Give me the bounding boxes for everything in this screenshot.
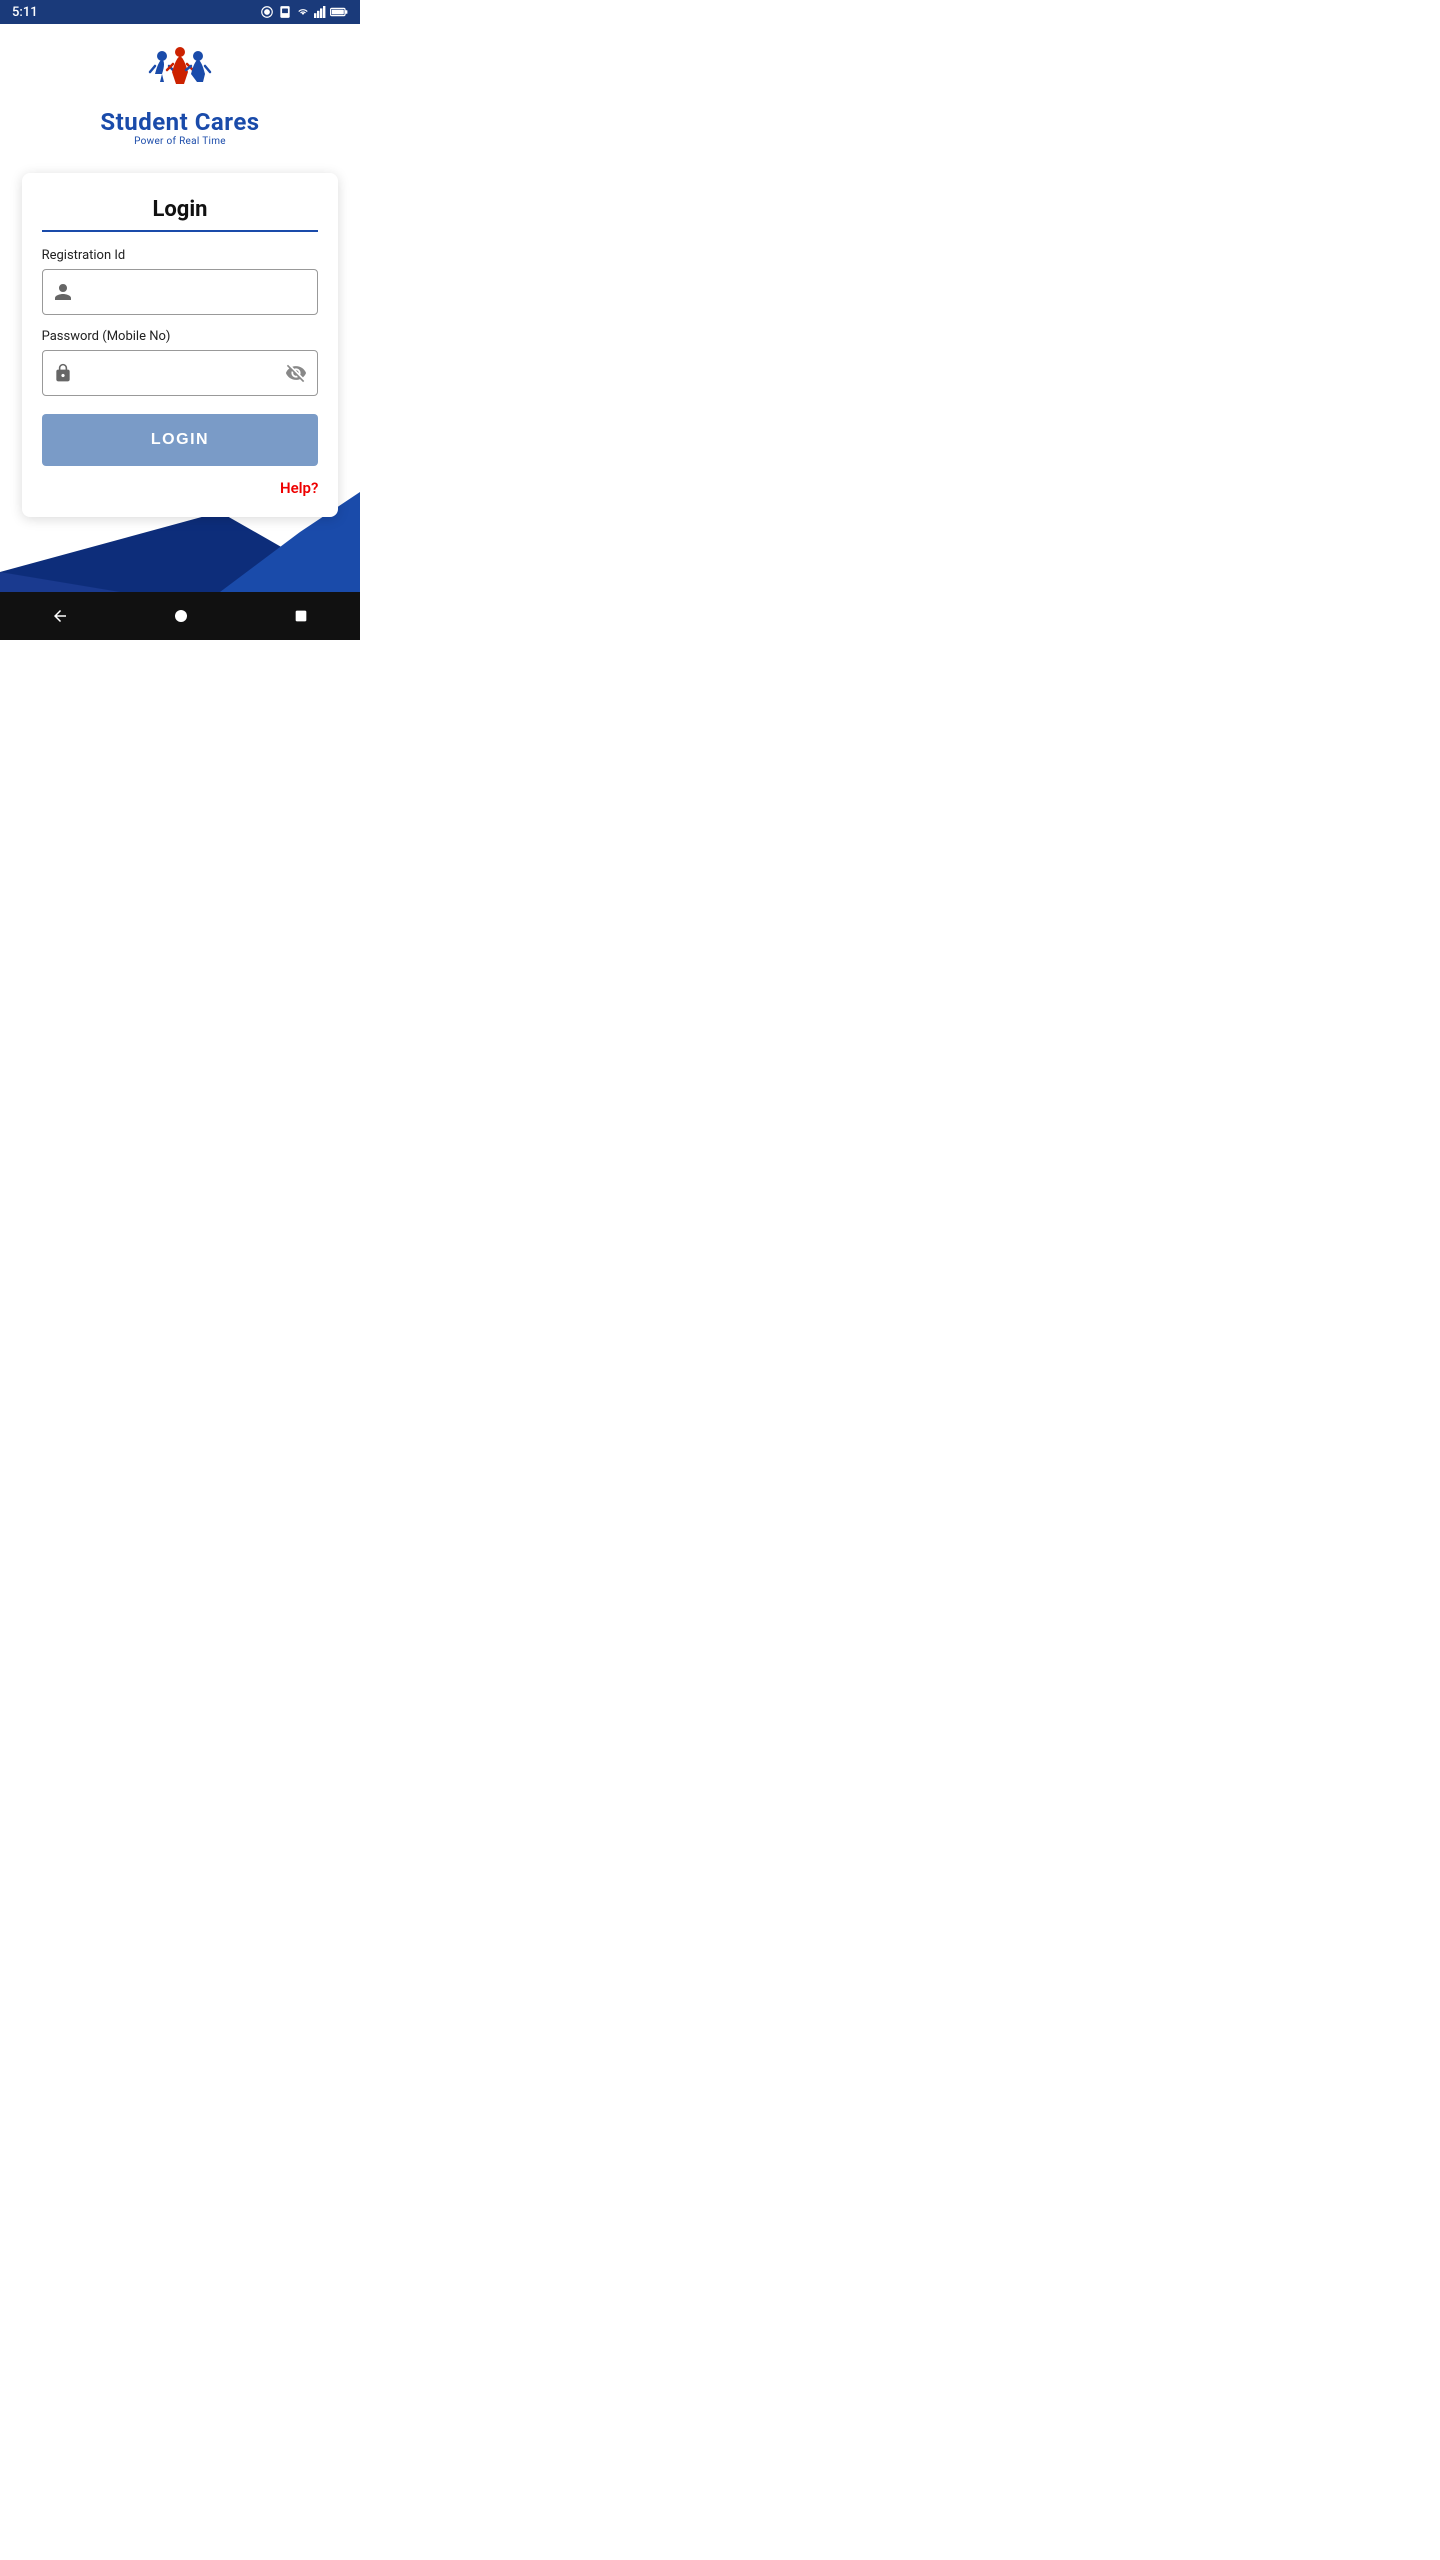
toggle-password-button[interactable] [275,362,317,384]
bottom-nav [0,592,360,640]
status-icons [260,5,348,19]
app-tagline: Power of Real Time [134,136,226,147]
sim-icon [278,5,292,19]
status-time: 5:11 [12,5,38,20]
home-button[interactable] [152,599,210,633]
back-icon [51,607,69,625]
login-button[interactable]: LOGIN [42,414,319,466]
password-label: Password (Mobile No) [42,329,319,344]
registration-input[interactable] [83,270,318,314]
help-row: Help? [42,478,319,497]
title-divider [42,230,319,232]
app-name: Student Cares [100,108,259,136]
eye-off-icon [285,362,307,384]
password-input[interactable] [83,351,276,395]
logo-text: Student Cares Power of Real Time [100,108,259,147]
help-link[interactable]: Help? [280,479,318,497]
registration-input-wrap [42,269,319,315]
wifi-icon [296,6,310,18]
recent-button[interactable] [273,600,329,632]
back-button[interactable] [31,599,89,633]
notification-icon [260,5,274,19]
card-title: Login [42,197,319,222]
logo-section: Student Cares Power of Real Time [100,24,259,157]
card-title-wrap: Login [42,197,319,232]
recent-icon [293,608,309,624]
lock-icon [43,363,83,383]
registration-label: Registration Id [42,248,319,263]
password-input-wrap [42,350,319,396]
main-content: Student Cares Power of Real Time Login R… [0,24,360,592]
battery-icon [330,6,348,18]
status-bar: 5:11 [0,0,360,24]
signal-icon [314,5,326,19]
logo-graphic [140,44,220,104]
person-icon [43,282,83,302]
login-card: Login Registration Id Password (Mobile N… [22,173,339,517]
home-icon [172,607,190,625]
